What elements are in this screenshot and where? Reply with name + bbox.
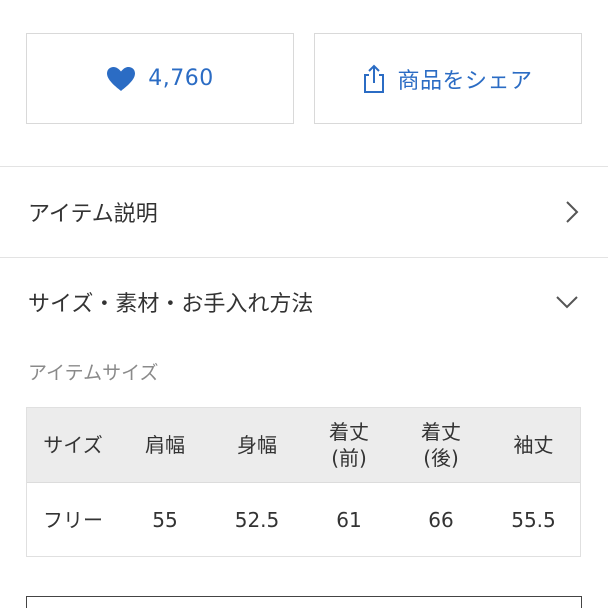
table-cell: 61 [336, 508, 362, 532]
heart-icon [106, 66, 136, 92]
share-button[interactable]: 商品をシェア [314, 33, 582, 124]
like-count: 4,760 [148, 66, 214, 91]
action-buttons: 4,760 商品をシェア [26, 33, 582, 124]
header-length-back-note: (後) [423, 446, 459, 470]
chevron-down-icon [554, 294, 580, 310]
table-header-cell: 着丈 (前) [303, 408, 395, 482]
table-header-cell: 肩幅 [119, 408, 211, 482]
table-row: フリー 55 52.5 61 66 55.5 [27, 483, 580, 557]
header-length-front: 着丈 [329, 420, 369, 444]
chevron-right-icon [564, 199, 580, 225]
table-header-cell: 着丈 (後) [395, 408, 487, 482]
like-button[interactable]: 4,760 [26, 33, 294, 124]
header-length-back: 着丈 [421, 420, 461, 444]
next-section-box[interactable] [26, 596, 582, 608]
table-cell: 55.5 [511, 508, 556, 532]
table-cell: フリー [43, 508, 103, 532]
share-label: 商品をシェア [397, 68, 533, 94]
header-size: サイズ [43, 433, 103, 457]
size-material-row[interactable]: サイズ・素材・お手入れ方法 [0, 258, 608, 346]
item-description-row[interactable]: アイテム説明 [0, 167, 608, 257]
table-cell: 52.5 [234, 508, 280, 532]
item-description-title: アイテム説明 [28, 202, 158, 227]
size-table: サイズ 肩幅 身幅 着丈 (前) 着丈 (後) 袖丈 フリー 55 52.5 6… [26, 407, 581, 557]
table-header-cell: サイズ [27, 408, 119, 482]
header-length-front-note: (前) [331, 446, 367, 470]
table-cell: 55 [152, 508, 178, 532]
table-header: サイズ 肩幅 身幅 着丈 (前) 着丈 (後) 袖丈 [27, 408, 580, 483]
table-cell: 66 [428, 508, 454, 532]
header-sleeve: 袖丈 [513, 433, 554, 457]
share-icon [363, 64, 385, 94]
table-header-cell: 袖丈 [487, 408, 580, 482]
table-header-cell: 身幅 [211, 408, 303, 482]
size-material-title: サイズ・素材・お手入れ方法 [28, 292, 314, 317]
header-body-width: 身幅 [237, 433, 277, 457]
header-shoulder: 肩幅 [145, 433, 185, 457]
item-size-subtitle: アイテムサイズ [28, 362, 159, 384]
